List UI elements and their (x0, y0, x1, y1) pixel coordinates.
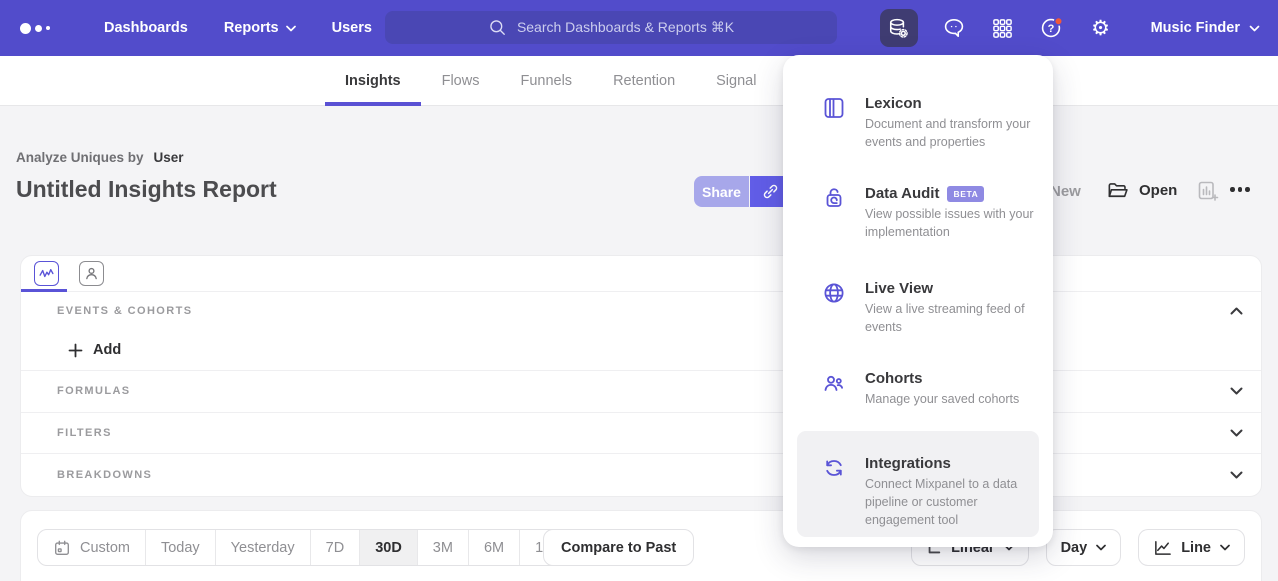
search-input[interactable]: Search Dashboards & Reports ⌘K (385, 11, 837, 44)
help-icon[interactable]: ? (1039, 15, 1065, 41)
settings-gear-icon[interactable]: ⚙ (1088, 15, 1114, 41)
nav-link-label: Reports (224, 20, 279, 36)
menu-item-title: Live View (865, 280, 933, 297)
range-label: Custom (80, 540, 130, 556)
data-management-dropdown: Lexicon Document and transform your even… (783, 55, 1053, 547)
svg-text:?: ? (1047, 23, 1054, 35)
menu-item-lexicon[interactable]: Lexicon Document and transform your even… (783, 95, 1053, 152)
range-30d[interactable]: 30D (359, 530, 417, 565)
lexicon-icon (821, 95, 847, 152)
range-7d[interactable]: 7D (310, 530, 360, 565)
menu-item-description: View a live streaming feed of events (865, 301, 1037, 337)
section-formulas[interactable]: FORMULAS (21, 371, 1261, 413)
tab-retention[interactable]: Retention (613, 56, 675, 106)
open-label: Open (1139, 182, 1177, 199)
menu-item-title: Integrations (865, 455, 951, 472)
tab-metrics-chart-icon[interactable] (34, 261, 59, 286)
time-controls-card: Custom Today Yesterday 7D 30D 3M 6M 12M … (20, 510, 1262, 581)
data-management-icon[interactable] (880, 9, 918, 47)
section-breakdowns[interactable]: BREAKDOWNS (21, 454, 1261, 496)
data-audit-icon (821, 185, 847, 242)
search-icon (488, 18, 507, 37)
menu-item-title: Cohorts (865, 370, 923, 387)
tab-insights[interactable]: Insights (345, 56, 401, 106)
nav-link-dashboards[interactable]: Dashboards (104, 20, 188, 36)
report-title: Untitled Insights Report (16, 176, 277, 203)
menu-item-cohorts[interactable]: Cohorts Manage your saved cohorts (783, 370, 1053, 409)
section-label: BREAKDOWNS (57, 469, 152, 481)
range-yesterday[interactable]: Yesterday (215, 530, 310, 565)
menu-item-title: Lexicon (865, 95, 922, 112)
tab-signal[interactable]: Signal (716, 56, 756, 106)
link-icon (760, 181, 781, 202)
section-events-cohorts[interactable]: EVENTS & COHORTS (21, 292, 1261, 330)
range-3m[interactable]: 3M (417, 530, 468, 565)
search-placeholder: Search Dashboards & Reports ⌘K (517, 19, 734, 36)
chevron-down-icon[interactable] (1230, 429, 1243, 437)
chevron-down-icon (1220, 544, 1230, 551)
nav-link-users[interactable]: Users (332, 20, 372, 36)
integrations-sync-icon (821, 455, 847, 537)
interval-dropdown[interactable]: Day (1046, 529, 1122, 566)
menu-item-live-view[interactable]: Live View View a live streaming feed of … (783, 280, 1053, 337)
add-label: Add (93, 342, 121, 358)
menu-item-description: View possible issues with your implement… (865, 206, 1037, 242)
nav-link-reports[interactable]: Reports (224, 20, 296, 36)
analyze-prefix: Analyze Uniques by (16, 150, 144, 165)
more-options-button[interactable] (1230, 187, 1250, 192)
section-label: FILTERS (57, 427, 112, 439)
new-report-button[interactable]: New (1050, 183, 1081, 200)
mixpanel-logo-icon[interactable] (20, 23, 68, 34)
range-custom[interactable]: Custom (38, 530, 145, 565)
chevron-down-icon (1096, 544, 1106, 551)
section-filters[interactable]: FILTERS (21, 413, 1261, 455)
folder-icon (1106, 179, 1129, 202)
chevron-down-icon[interactable] (1230, 471, 1243, 479)
compare-to-past-button[interactable]: Compare to Past (543, 529, 694, 566)
chevron-down-icon (286, 25, 296, 32)
nav-link-label: Dashboards (104, 20, 188, 36)
chevron-down-icon[interactable] (1230, 387, 1243, 395)
line-chart-icon (1153, 538, 1172, 557)
chart-type-dropdown[interactable]: Line (1138, 529, 1245, 566)
beta-badge: BETA (947, 186, 984, 202)
menu-item-data-audit[interactable]: Data Audit BETA View possible issues wit… (783, 185, 1053, 242)
project-switcher[interactable]: Music Finder (1151, 20, 1260, 36)
plus-icon (68, 343, 83, 358)
tab-flows[interactable]: Flows (442, 56, 480, 106)
chevron-down-icon (1249, 25, 1260, 32)
menu-item-description: Manage your saved cohorts (865, 391, 1037, 409)
report-tabbar: Insights Flows Funnels Retention Signal … (0, 56, 1278, 106)
menu-item-description: Connect Mixpanel to a data pipeline or c… (865, 476, 1037, 529)
date-range-segmented-control: Custom Today Yesterday 7D 30D 3M 6M 12M (37, 529, 579, 566)
add-to-dashboard-icon[interactable] (1196, 179, 1220, 203)
top-nav: Dashboards Reports Users Search Dashboar… (0, 0, 1278, 56)
analyze-context: Analyze Uniques by User (16, 150, 184, 165)
chart-type-label: Line (1181, 540, 1211, 556)
open-report-button[interactable]: Open (1106, 179, 1177, 202)
nav-link-label: Users (332, 20, 372, 36)
section-label: EVENTS & COHORTS (57, 305, 192, 317)
menu-item-title: Data Audit (865, 185, 939, 202)
builder-icon-tabs (21, 256, 1261, 292)
tab-user-profile-icon[interactable] (79, 261, 104, 286)
project-name: Music Finder (1151, 20, 1240, 36)
live-view-globe-icon (821, 280, 847, 337)
menu-item-description: Document and transform your events and p… (865, 116, 1037, 152)
tab-funnels[interactable]: Funnels (520, 56, 572, 106)
range-6m[interactable]: 6M (468, 530, 519, 565)
calendar-icon (53, 539, 71, 557)
analyze-entity-selector[interactable]: User (154, 150, 184, 165)
chevron-up-icon[interactable] (1230, 307, 1243, 315)
share-button[interactable]: Share (694, 176, 749, 207)
menu-item-integrations[interactable]: Integrations Connect Mixpanel to a data … (797, 431, 1039, 537)
section-label: FORMULAS (57, 385, 131, 397)
interval-label: Day (1061, 540, 1088, 556)
range-today[interactable]: Today (145, 530, 215, 565)
messages-icon[interactable] (941, 15, 967, 41)
add-event-button[interactable]: Add (68, 342, 121, 358)
apps-grid-icon[interactable] (990, 15, 1016, 41)
cohorts-people-icon (821, 370, 847, 409)
query-builder-card: EVENTS & COHORTS Add FORMULAS FILTERS BR… (20, 255, 1262, 497)
